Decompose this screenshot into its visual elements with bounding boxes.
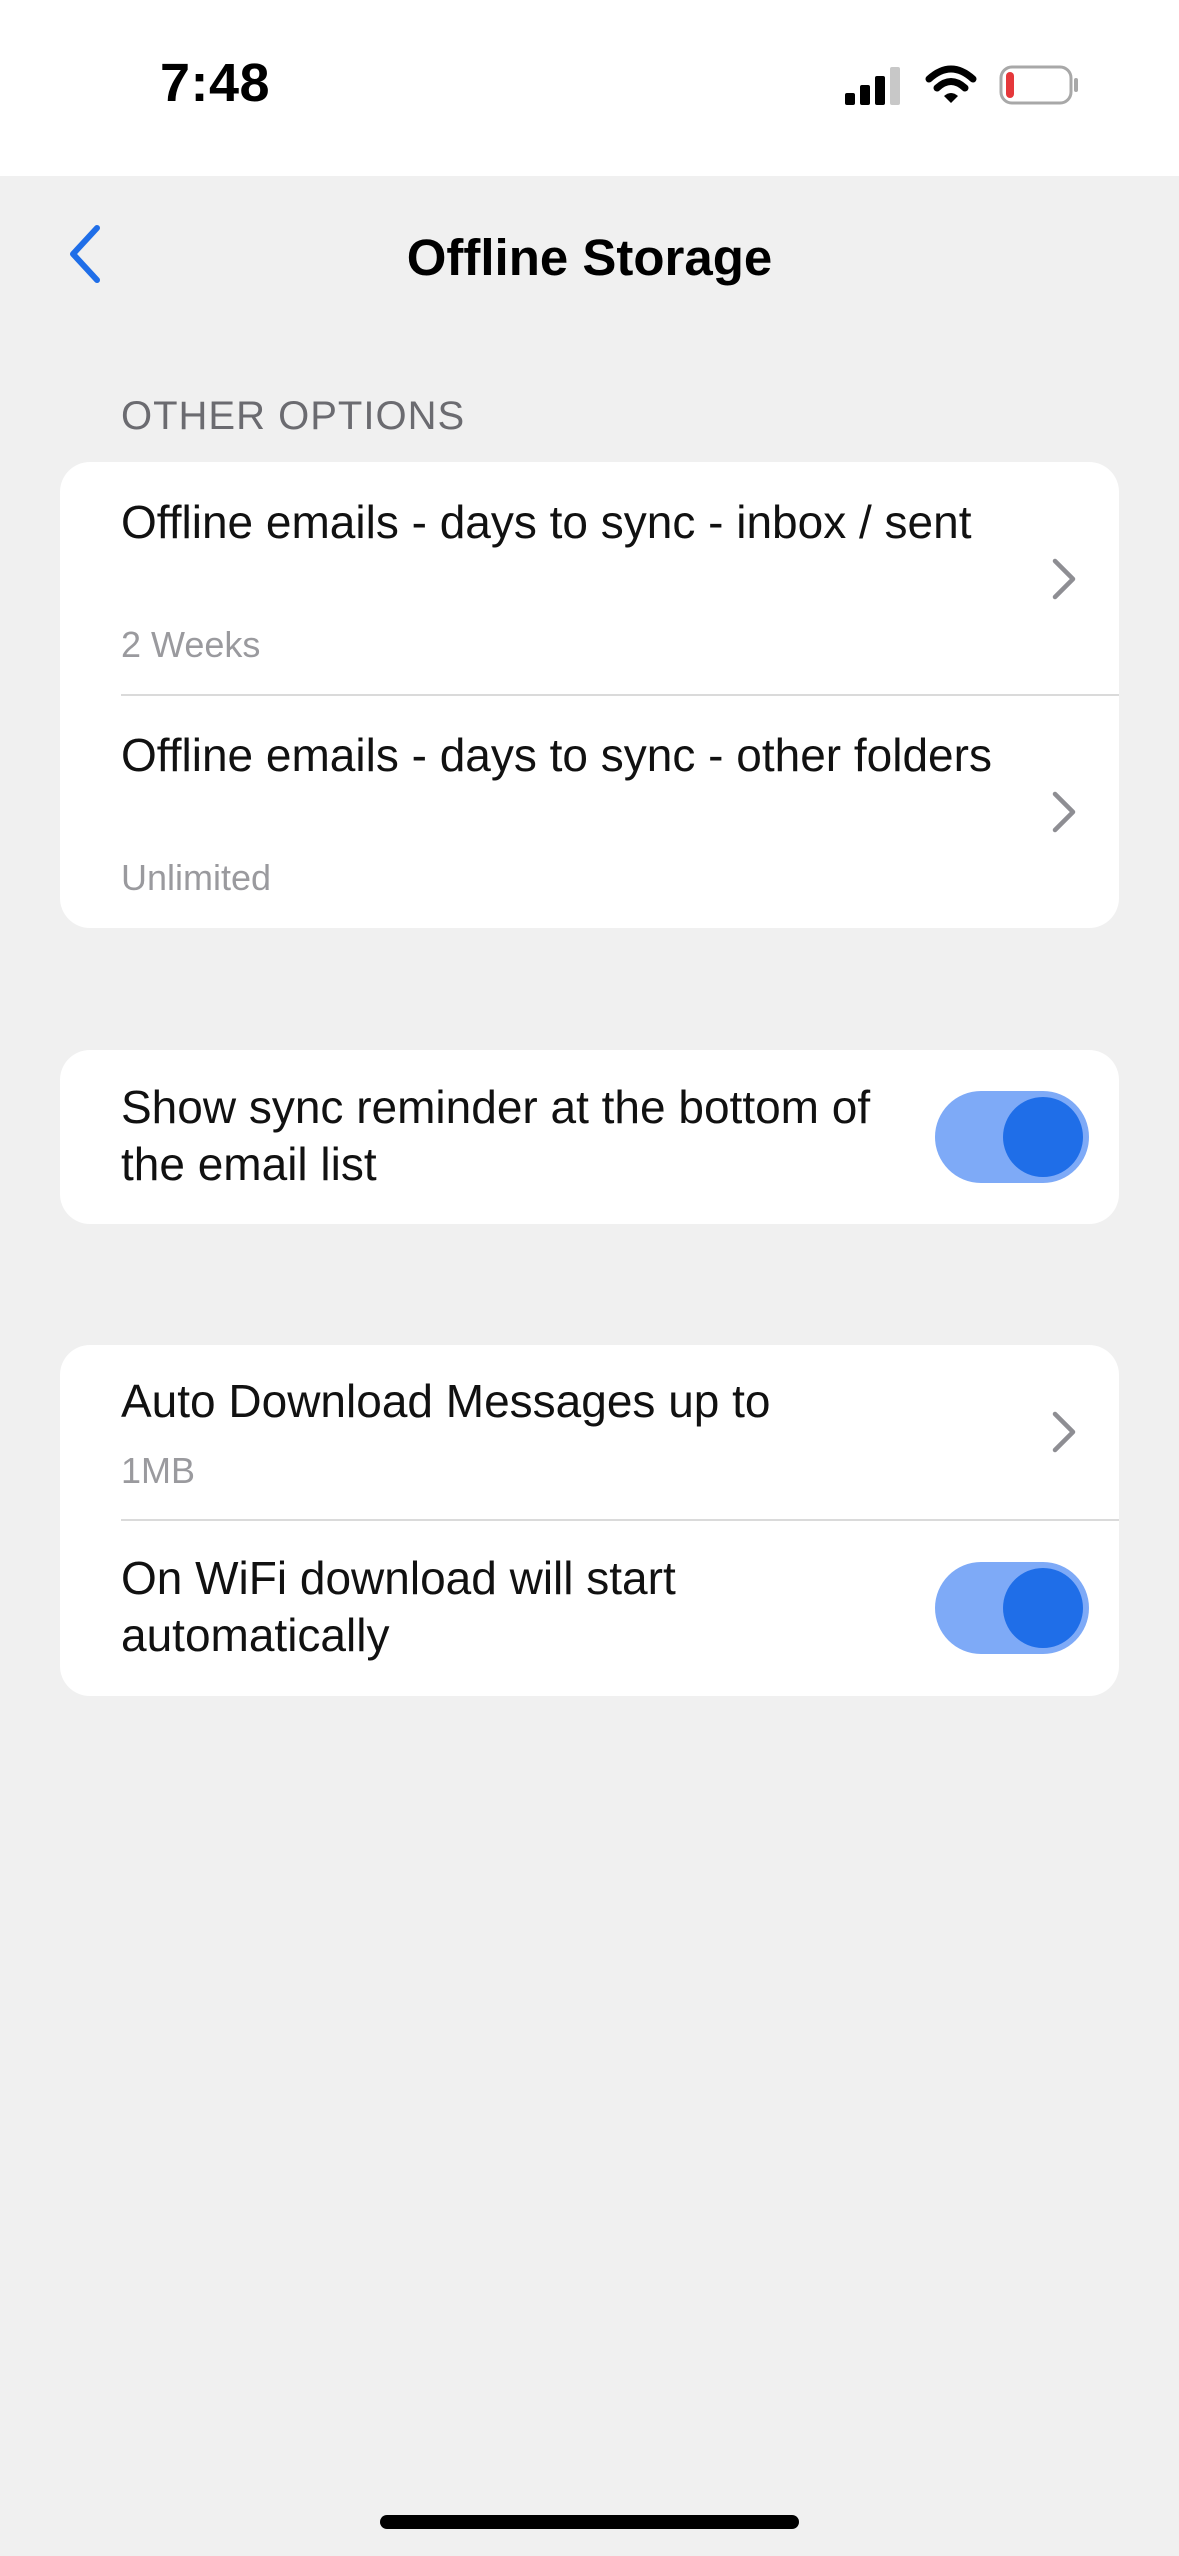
wifi-icon [925,65,977,110]
cellular-signal-icon [845,65,903,110]
chevron-right-icon [1049,557,1079,601]
sync-reminder-title: Show sync reminder at the bottom of the … [121,1081,871,1190]
sync-reminder-row: Show sync reminder at the bottom of the … [60,1050,1119,1224]
wifi-download-title: On WiFi download will start automaticall… [121,1552,676,1661]
sync-reminder-toggle[interactable] [935,1091,1089,1183]
auto-download-title: Auto Download Messages up to [121,1375,771,1427]
sync-reminder-card: Show sync reminder at the bottom of the … [60,1050,1119,1224]
auto-download-value: 1MB [121,1450,196,1491]
sync-inbox-sent-value: 2 Weeks [121,624,261,665]
sync-inbox-sent-title: Offline emails - days to sync - inbox / … [121,496,972,548]
auto-download-row[interactable]: Auto Download Messages up to 1MB [60,1345,1119,1520]
chevron-right-icon [1049,1410,1079,1454]
toggle-knob [1003,1097,1083,1177]
download-options-card: Auto Download Messages up to 1MB On WiFi… [60,1345,1119,1696]
battery-low-icon [999,64,1079,111]
sync-inbox-sent-row[interactable]: Offline emails - days to sync - inbox / … [60,462,1119,695]
sync-other-folders-row[interactable]: Offline emails - days to sync - other fo… [60,695,1119,928]
status-icons [845,62,1079,112]
home-indicator[interactable] [380,2515,799,2529]
wifi-download-row: On WiFi download will start automaticall… [60,1521,1119,1696]
toggle-knob [1003,1568,1083,1648]
page-title: Offline Storage [406,229,773,286]
status-bar: 7:48 [0,0,1179,176]
sync-other-folders-title: Offline emails - days to sync - other fo… [121,729,992,781]
nav-bar: Offline Storage [0,176,1179,346]
other-options-card: Offline emails - days to sync - inbox / … [60,462,1119,928]
status-time: 7:48 [160,53,271,113]
wifi-download-toggle[interactable] [935,1562,1089,1654]
section-header-other-options: OTHER OPTIONS [121,394,466,438]
sync-other-folders-value: Unlimited [121,857,272,898]
chevron-right-icon [1049,790,1079,834]
